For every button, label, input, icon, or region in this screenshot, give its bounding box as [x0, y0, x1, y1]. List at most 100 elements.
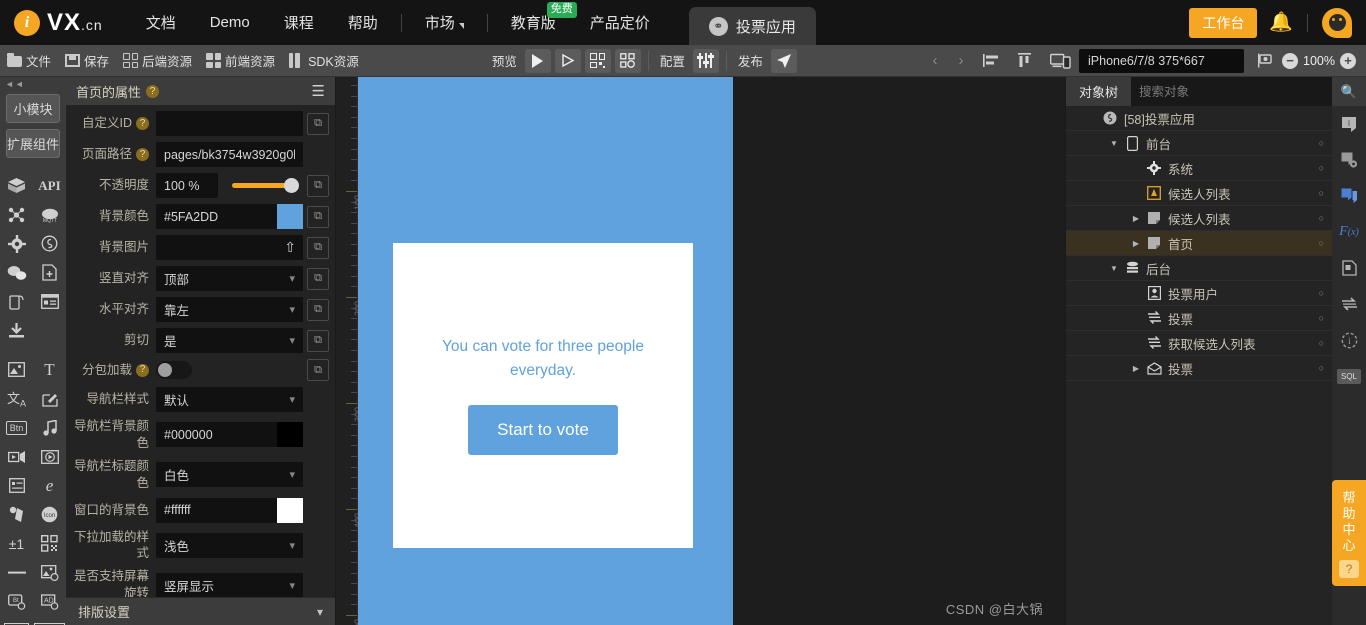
search-input[interactable]	[1139, 84, 1324, 99]
rail-extensions-button[interactable]: 扩展组件	[6, 129, 60, 158]
player-icon[interactable]	[33, 442, 66, 471]
file-add-icon[interactable]	[33, 258, 66, 287]
workspace-button[interactable]: 工作台	[1189, 7, 1258, 38]
info-stack-icon[interactable]	[1332, 178, 1366, 214]
brand-logo[interactable]: i VX.cn	[0, 9, 103, 37]
search-icon[interactable]: 🔍	[1332, 77, 1366, 106]
opacity-value[interactable]: 100 %	[156, 173, 218, 198]
edit-icon[interactable]	[33, 384, 66, 413]
tree-node-6[interactable]: ▼ 后台	[1066, 256, 1332, 281]
avatar[interactable]	[1322, 7, 1352, 38]
history-icon[interactable]: i	[1332, 322, 1366, 358]
horizontal-align-select[interactable]: 靠左 ▾	[156, 297, 303, 322]
music-icon[interactable]	[33, 413, 66, 442]
align-vertical-button[interactable]	[1011, 49, 1039, 73]
info-icon[interactable]: i	[1332, 106, 1366, 142]
navbar-bg-color-swatch[interactable]	[277, 422, 303, 448]
copy-button[interactable]: ⧉	[307, 205, 329, 228]
phone-preview[interactable]: You can vote for three people everyday. …	[358, 77, 733, 625]
tree-node-0[interactable]: [58]投票应用	[1066, 106, 1332, 131]
wechat-icon[interactable]	[0, 258, 33, 287]
hamburger-menu-icon[interactable]: ☰	[312, 84, 325, 99]
copy-button[interactable]: ⧉	[307, 359, 329, 381]
screen-rotation-select[interactable]: 竖屏显示 ▾	[156, 572, 303, 597]
slider-handle[interactable]	[284, 178, 299, 193]
tree-node-status-dot[interactable]: ○	[1319, 188, 1324, 198]
vertical-align-select[interactable]: 顶部 ▾	[156, 266, 303, 291]
button-link-icon[interactable]: Bt	[0, 587, 33, 616]
tree-node-4[interactable]: ▶ 候选人列表 ○	[1066, 206, 1332, 231]
nav-item-demo[interactable]: Demo	[193, 0, 267, 45]
live-icon[interactable]: LIVE	[0, 616, 33, 625]
mqtt-cloud-icon[interactable]: MQTT	[33, 200, 66, 229]
tree-node-status-dot[interactable]: ○	[1319, 363, 1324, 373]
copy-button[interactable]: ⧉	[307, 236, 329, 259]
download-icon[interactable]	[0, 316, 33, 345]
rail-collapse-button[interactable]: ◄◄	[0, 77, 66, 91]
zoom-out-button[interactable]: −	[1282, 52, 1298, 69]
screenshot-button[interactable]	[1252, 49, 1278, 73]
button-icon[interactable]: Btn	[0, 413, 33, 442]
tree-expand-arrow[interactable]: ▼	[1106, 139, 1122, 148]
navbar-style-select[interactable]: 默认 ▾	[156, 387, 303, 412]
info-gear-icon[interactable]	[1332, 142, 1366, 178]
publish-send-button[interactable]	[770, 48, 797, 73]
toolbar-sdk-resources[interactable]: SDK资源	[282, 45, 366, 77]
nav-item-help[interactable]: 帮助	[331, 0, 395, 45]
tree-expand-arrow[interactable]: ▼	[1106, 264, 1122, 273]
align-horizontal-button[interactable]	[977, 49, 1005, 73]
tree-node-8[interactable]: 投票 ○	[1066, 306, 1332, 331]
video-icon[interactable]	[0, 442, 33, 471]
translate-icon[interactable]: 文A	[0, 384, 33, 413]
tree-node-status-dot[interactable]: ○	[1319, 238, 1324, 248]
copy-button[interactable]: ⧉	[307, 267, 329, 290]
device-preview-button[interactable]	[1045, 49, 1075, 73]
tree-node-2[interactable]: 系统 ○	[1066, 156, 1332, 181]
tree-node-status-dot[interactable]: ○	[1319, 338, 1324, 348]
nodes-icon[interactable]	[0, 200, 33, 229]
background-image-input[interactable]	[156, 235, 303, 260]
component-icon[interactable]	[1332, 250, 1366, 286]
help-icon[interactable]: ?	[136, 117, 149, 130]
canvas-stage[interactable]: You can vote for three people everyday. …	[358, 77, 1065, 625]
device-rotate-icon[interactable]	[0, 287, 33, 316]
live-plus-icon[interactable]: LIVE+	[33, 616, 66, 625]
tree-node-status-dot[interactable]: ○	[1319, 163, 1324, 173]
custom-id-input[interactable]	[156, 111, 303, 136]
bell-icon[interactable]: 🔔	[1269, 13, 1293, 32]
tree-node-9[interactable]: 获取候选人列表 ○	[1066, 331, 1332, 356]
preview-play-button[interactable]	[524, 48, 551, 73]
icon-lib-icon[interactable]: Icon	[33, 500, 66, 529]
pulldown-style-select[interactable]: 浅色 ▾	[156, 532, 303, 558]
help-center-button[interactable]: 帮助中心 ?	[1332, 480, 1366, 587]
nav-item-market[interactable]: 市场	[408, 0, 481, 45]
api-icon[interactable]: API	[33, 171, 66, 200]
background-color-swatch[interactable]	[277, 204, 303, 229]
qrcode-preview-button[interactable]	[584, 48, 611, 73]
zoom-in-button[interactable]: +	[1339, 52, 1356, 69]
tree-node-status-dot[interactable]: ○	[1319, 313, 1324, 323]
browser-e-icon[interactable]: e	[33, 471, 66, 500]
rail-small-modules-button[interactable]: 小模块	[6, 94, 60, 123]
tree-expand-arrow[interactable]: ▶	[1128, 214, 1144, 223]
image-icon[interactable]	[0, 355, 33, 384]
qrcode-icon[interactable]	[33, 529, 66, 558]
subpackage-load-toggle[interactable]	[156, 361, 192, 379]
toolbar-frontend-resources[interactable]: 前端资源	[199, 45, 282, 77]
tree-node-7[interactable]: 投票用户 ○	[1066, 281, 1332, 306]
tree-node-5[interactable]: ▶ 首页 ○	[1066, 231, 1332, 256]
toolbar-backend-resources[interactable]: 后端资源	[116, 45, 199, 77]
config-sliders-button[interactable]	[692, 48, 719, 73]
package-icon[interactable]	[0, 171, 33, 200]
opacity-slider[interactable]	[232, 178, 299, 193]
nav-item-docs[interactable]: 文档	[129, 0, 193, 45]
page-path-input[interactable]	[156, 142, 303, 167]
map-marker-icon[interactable]	[0, 500, 33, 529]
qrcode-link-button[interactable]	[614, 48, 641, 73]
image-link-icon[interactable]	[33, 558, 66, 587]
toolbar-save[interactable]: 保存	[58, 45, 116, 77]
sql-icon[interactable]: SQL	[1332, 358, 1366, 394]
tree-node-10[interactable]: ▶ 投票 ○	[1066, 356, 1332, 381]
tree-node-status-dot[interactable]: ○	[1319, 138, 1324, 148]
nav-back-button[interactable]: ‹	[923, 49, 947, 73]
